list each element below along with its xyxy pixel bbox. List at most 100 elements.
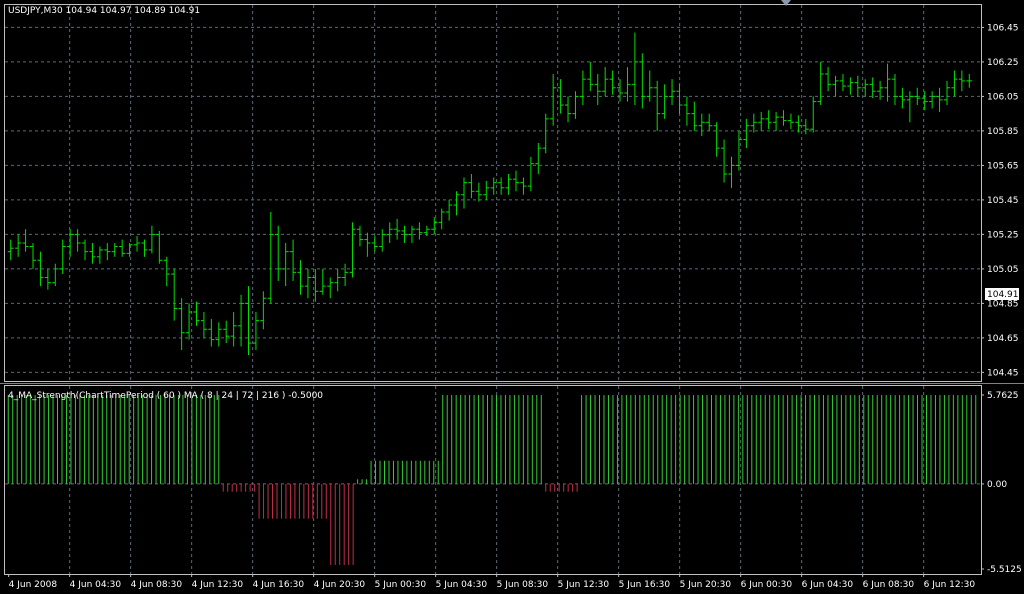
ohlc-bar (304, 268, 311, 299)
ohlc-bar (446, 199, 453, 221)
ohlc-bar (750, 113, 757, 133)
y-tick-label: 105.05 (987, 265, 1019, 275)
ohlc-bar (89, 243, 96, 264)
ohlc-bar (438, 208, 445, 230)
ohlc-bar (260, 291, 267, 330)
ohlc-bar (379, 229, 386, 252)
ohlc-bar (275, 225, 282, 281)
main-pane-header: USDJPY,M30 104.94 104.97 104.89 104.91 (8, 6, 200, 16)
y-tick-label: 104.85 (987, 299, 1019, 309)
y-tick-label: 105.85 (987, 127, 1019, 137)
ohlc-bar (683, 96, 690, 126)
ohlc-bar (780, 110, 787, 126)
ohlc-bar (126, 243, 133, 257)
ohlc-bar (104, 243, 111, 261)
x-tick-label: 5 Jun 00:30 (375, 580, 427, 590)
ohlc-bar (141, 239, 148, 257)
ohlc-bar (966, 73, 973, 88)
ohlc-bar (891, 73, 898, 106)
indicator-histogram (7, 395, 977, 565)
ohlc-bar (230, 312, 237, 347)
axis-labels: 4 Jun 2008 4 Jun 04:30 4 Jun 08:30 4 Jun 12… (8, 23, 1022, 590)
ohlc-bar (245, 286, 252, 356)
ohlc-bar (773, 111, 780, 131)
ohlc-bar (134, 236, 141, 252)
y-tick-label: 5.7625 (987, 391, 1019, 401)
ohlc-bar (609, 70, 616, 95)
x-tick-label: 4 Jun 04:30 (70, 580, 122, 590)
ohlc-bar (877, 80, 884, 100)
ohlc-bar (513, 170, 520, 192)
grid (5, 5, 981, 574)
ohlc-bar (460, 177, 467, 209)
ohlc-bar (587, 61, 594, 92)
ohlc-bar (899, 87, 906, 109)
x-tick-label: 5 Jun 16:30 (619, 580, 671, 590)
ohlc-bar (468, 174, 475, 199)
ohlc-bar (483, 180, 490, 200)
ohlc-bar (490, 177, 497, 195)
ohlc-bar (111, 243, 118, 257)
ohlc-bar (386, 222, 393, 244)
chart-frame (0, 4, 1024, 575)
ohlc-bar (906, 91, 913, 123)
ohlc-bar (602, 67, 609, 97)
ohlc-bar (74, 229, 81, 252)
indicator-pane-header: 4_MA_Strength(ChartTimePeriod ( 60 ) MA … (8, 391, 323, 401)
ohlc-bar (527, 156, 534, 192)
ohlc-bar (951, 70, 958, 97)
ohlc-bar (713, 122, 720, 157)
ohlc-bar (312, 268, 319, 302)
ohlc-bar (958, 70, 965, 92)
ohlc-bar (862, 79, 869, 97)
chart-shift-marker[interactable] (781, 0, 791, 6)
ohlc-bar (67, 229, 74, 257)
ohlc-bar (423, 225, 430, 237)
x-tick-label: 5 Jun 04:30 (436, 580, 488, 590)
x-tick-label: 4 Jun 12:30 (192, 580, 244, 590)
ohlc-bar (7, 239, 14, 261)
ohlc-bar (921, 91, 928, 111)
ohlc-bar (171, 268, 178, 321)
y-tick-label: 0.00 (987, 480, 1007, 490)
ohlc-bar (30, 243, 37, 269)
y-tick-label: 104.45 (987, 368, 1019, 378)
ohlc-bar (721, 139, 728, 183)
main-pane-frame (4, 4, 982, 382)
ohlc-bar (847, 77, 854, 95)
ohlc-bar (15, 234, 22, 257)
ohlc-bar (498, 177, 505, 195)
ohlc-bar (825, 67, 832, 92)
ohlc-bar (550, 73, 557, 126)
y-tick-label: 105.65 (987, 161, 1019, 171)
ohlc-bar (936, 87, 943, 112)
ohlc-bar (252, 312, 259, 350)
ohlc-bar (839, 73, 846, 92)
ohlc-bar (706, 113, 713, 131)
ohlc-bar (156, 230, 163, 264)
ohlc-bar (82, 239, 89, 261)
ohlc-bar (215, 322, 222, 347)
y-tick-label: 105.25 (987, 230, 1019, 240)
y-tick-label: 105.45 (987, 196, 1019, 206)
ohlc-bar (669, 79, 676, 106)
x-tick-label: 6 Jun 00:30 (741, 580, 793, 590)
ohlc-bar (371, 236, 378, 252)
ohlc-bar (364, 232, 371, 257)
current-price-label: 104.91 (987, 290, 1019, 300)
ohlc-bar (617, 79, 624, 102)
ohlc-bar (148, 225, 155, 254)
ohlc-bar (728, 156, 735, 188)
ohlc-bar (646, 70, 653, 102)
ohlc-bar (832, 75, 839, 97)
ohlc-bar (208, 318, 215, 347)
x-tick-label: 6 Jun 12:30 (924, 580, 976, 590)
ohlc-bar (654, 80, 661, 131)
ohlc-bar (661, 84, 668, 119)
indicator-pane-frame (4, 385, 982, 575)
y-tick-label: 106.05 (987, 92, 1019, 102)
price-bars (7, 32, 973, 356)
ohlc-bar (200, 312, 207, 338)
ohlc-bar (342, 263, 349, 287)
y-tick-label: 106.45 (987, 23, 1019, 33)
